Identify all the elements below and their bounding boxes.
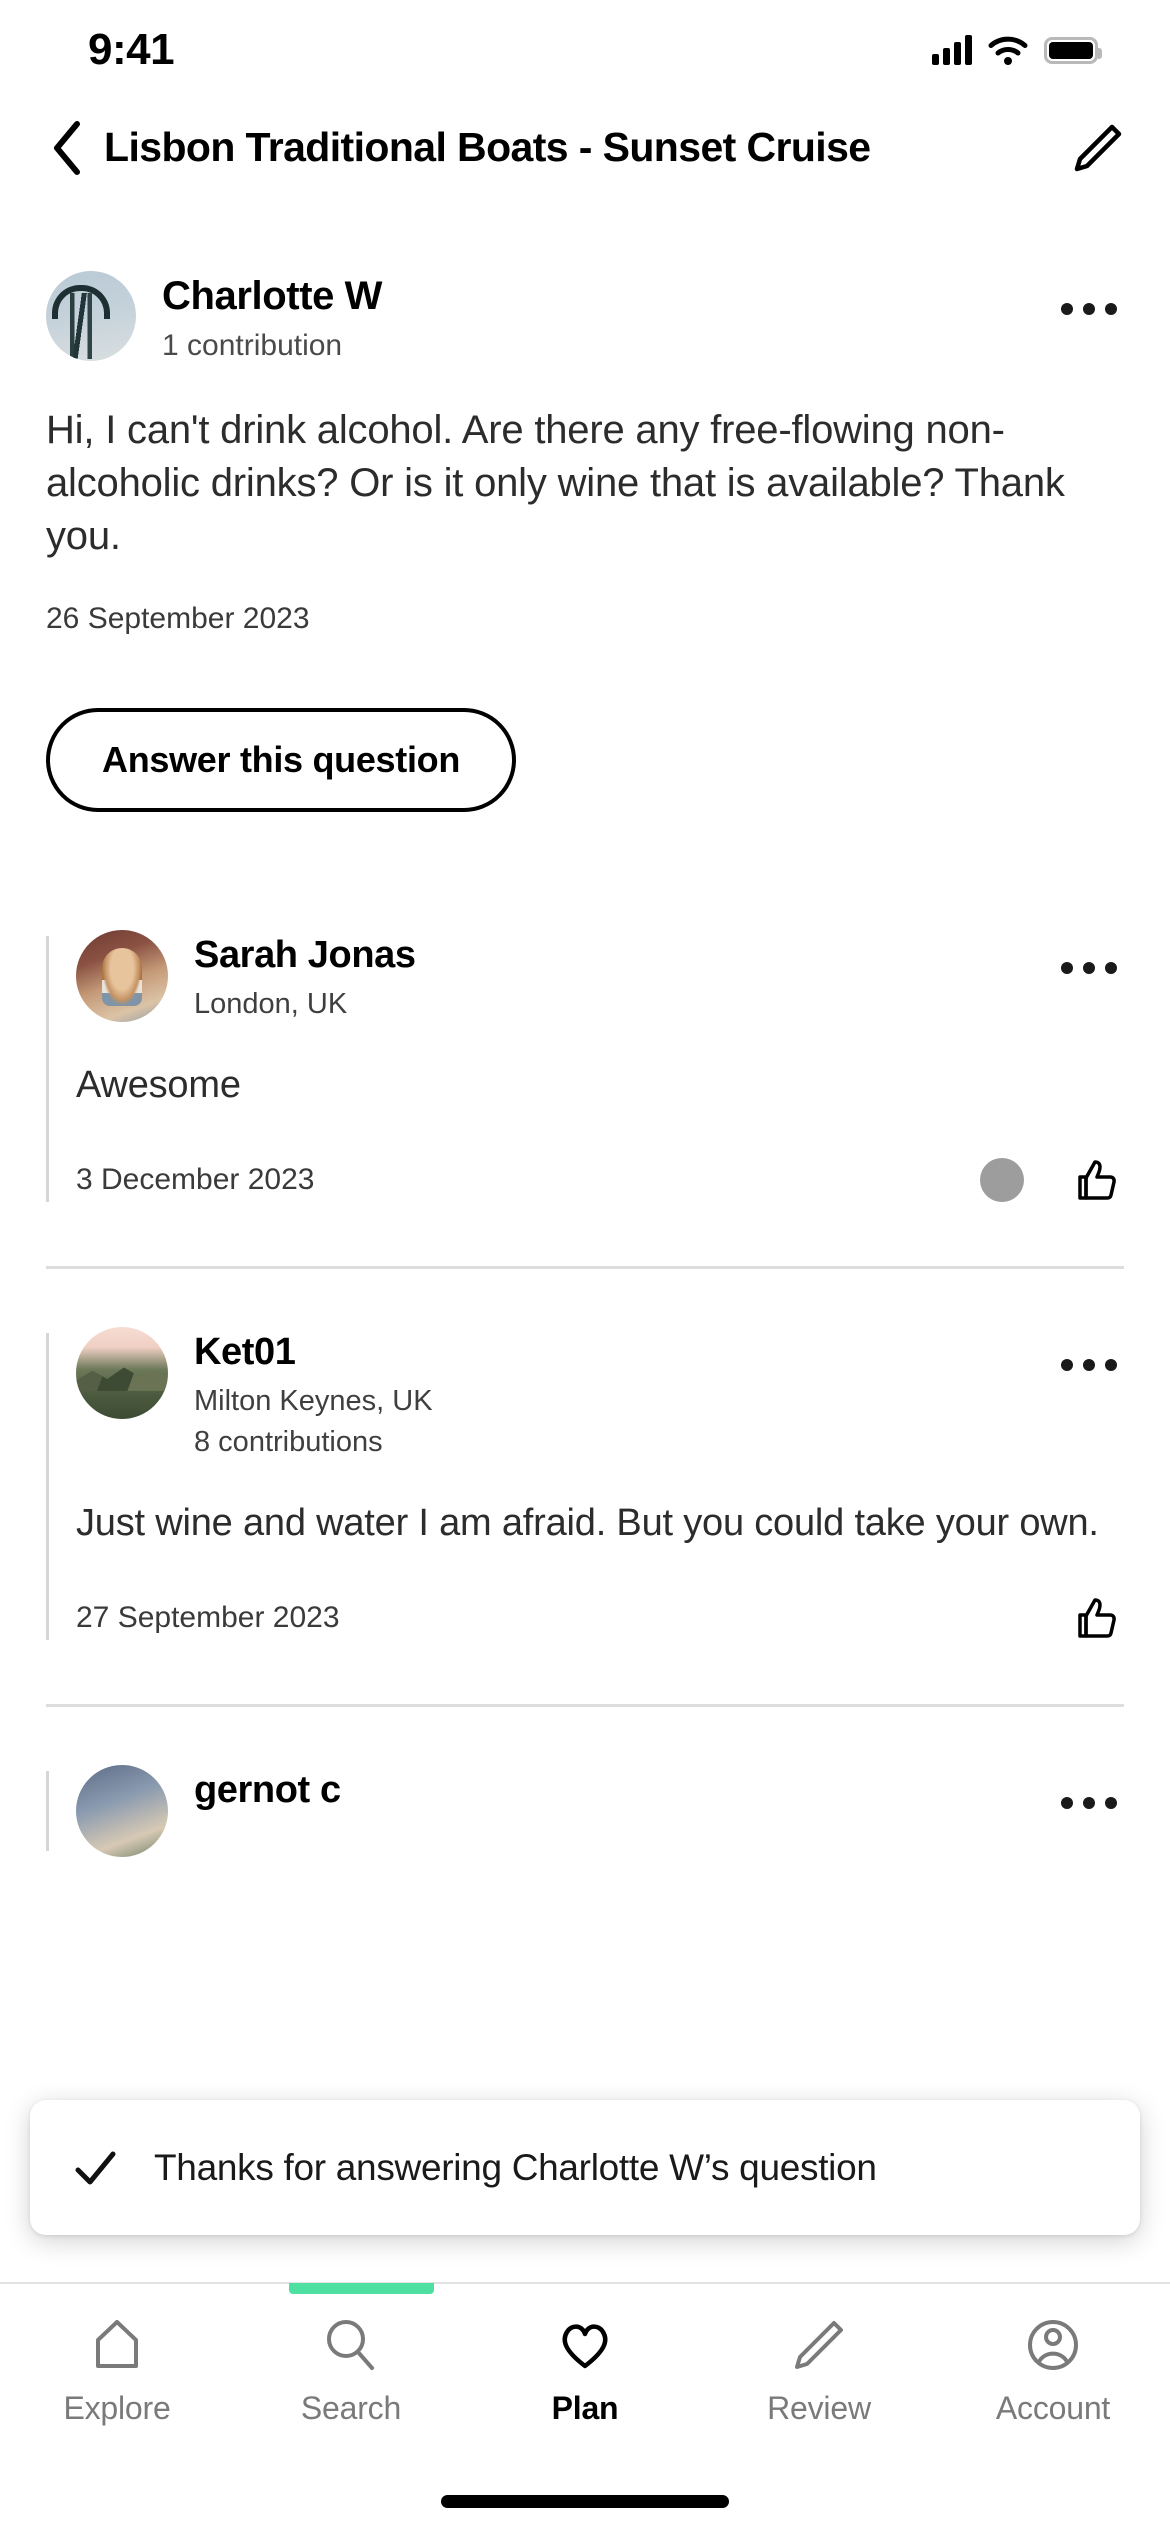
reply-item: Sarah Jonas London, UK Awesome 3 Decembe…: [0, 930, 1170, 1208]
tab-account[interactable]: Account: [936, 2314, 1170, 2452]
reply-footer: 3 December 2023: [76, 1152, 1124, 1208]
page-title: Lisbon Traditional Boats - Sunset Cruise: [104, 124, 871, 170]
reply-author-name[interactable]: Sarah Jonas: [194, 934, 1054, 978]
cellular-bars-icon: [932, 35, 972, 65]
more-options-icon[interactable]: [1054, 279, 1124, 339]
gernot-avatar[interactable]: [76, 1765, 168, 1858]
thumbs-up-button[interactable]: [1068, 1152, 1124, 1208]
answer-this-question-button[interactable]: Answer this question: [46, 708, 517, 813]
phone-screen: 9:41 Lisbon Traditional Boats - Sunset C…: [0, 0, 1170, 2532]
active-tab-indicator: [289, 2283, 434, 2294]
reply-author-name[interactable]: Ket01: [194, 1331, 1054, 1375]
tab-plan-label: Plan: [551, 2390, 619, 2426]
pencil-icon: [1074, 124, 1122, 171]
heart-icon: [562, 2324, 608, 2369]
check-icon: [75, 2151, 116, 2184]
bottom-tab-bar: Explore Search Plan Review Account: [0, 2282, 1170, 2532]
thumbs-up-icon: [1078, 1598, 1116, 1638]
status-bar: 9:41: [0, 0, 1170, 100]
reply-text: Awesome: [76, 1063, 241, 1106]
reply-item: gernot c: [0, 1765, 1170, 1858]
reply-author-meta: Sarah Jonas London, UK: [194, 930, 1054, 1023]
search-icon: [327, 2320, 374, 2370]
tab-review[interactable]: Review: [702, 2314, 936, 2452]
reply-author-contributions: 8 contributions: [194, 1426, 383, 1459]
thumbs-up-button[interactable]: [1068, 1590, 1124, 1646]
reply-author-location: Milton Keynes, UK: [194, 1384, 433, 1417]
reply-divider: [46, 1704, 1124, 1708]
reply-footer: 27 September 2023: [76, 1590, 1124, 1646]
thumbs-up-icon: [1078, 1160, 1116, 1200]
reply-divider: [46, 1265, 1124, 1269]
home-icon: [96, 2320, 138, 2368]
more-options-icon[interactable]: [1054, 1773, 1124, 1833]
thread-content[interactable]: Charlotte W 1 contribution Hi, I can't d…: [0, 195, 1170, 2335]
account-circle-icon: [1028, 2320, 1078, 2370]
tab-explore-label: Explore: [63, 2390, 171, 2426]
roller-coaster-avatar[interactable]: [46, 271, 136, 361]
question-author-name[interactable]: Charlotte W: [162, 273, 1054, 319]
reply-date: 3 December 2023: [76, 1162, 315, 1196]
reply-author-meta: Ket01 Milton Keynes, UK 8 contributions: [194, 1327, 1054, 1462]
question-date: 26 September 2023: [46, 602, 310, 636]
reply-header: Ket01 Milton Keynes, UK 8 contributions: [76, 1326, 1124, 1462]
tab-search-label: Search: [300, 2390, 402, 2426]
tab-review-label: Review: [767, 2390, 871, 2426]
tab-account-label: Account: [995, 2390, 1111, 2426]
toast-message: Thanks for answering Charlotte W’s quest…: [154, 2146, 877, 2188]
home-indicator: [441, 2495, 729, 2508]
more-options-icon[interactable]: [1054, 1335, 1124, 1395]
reply-author-meta: gernot c: [194, 1765, 1054, 1813]
reply-author-name[interactable]: gernot c: [194, 1769, 1054, 1813]
battery-full-icon: [1044, 36, 1102, 64]
question-text: Hi, I can't drink alcohol. Are there any…: [46, 408, 1065, 558]
reply-header: Sarah Jonas London, UK: [76, 930, 1124, 1023]
sarah-avatar[interactable]: [76, 930, 168, 1023]
pencil-icon: [795, 2321, 843, 2369]
status-indicators: [932, 35, 1102, 65]
chevron-left-icon: [54, 120, 80, 175]
ket01-avatar[interactable]: [76, 1326, 168, 1419]
reply-header: gernot c: [76, 1765, 1124, 1858]
toast-notification: Thanks for answering Charlotte W’s quest…: [30, 2100, 1140, 2235]
tab-plan[interactable]: Plan: [468, 2314, 702, 2452]
app-header: Lisbon Traditional Boats - Sunset Cruise: [0, 100, 1170, 195]
question-author-meta: Charlotte W 1 contribution: [162, 271, 1054, 364]
question-header: Charlotte W 1 contribution: [0, 271, 1170, 364]
question-author-contributions: 1 contribution: [162, 329, 343, 362]
reply-date: 27 September 2023: [76, 1601, 340, 1635]
back-button[interactable]: [36, 117, 98, 179]
tab-search[interactable]: Search: [234, 2314, 468, 2452]
reply-text: Just wine and water I am afraid. But you…: [76, 1501, 1099, 1544]
reply-item: Ket01 Milton Keynes, UK 8 contributions …: [0, 1326, 1170, 1646]
more-options-icon[interactable]: [1054, 938, 1124, 998]
status-time: 9:41: [88, 25, 175, 74]
reply-author-location: London, UK: [194, 988, 348, 1021]
wifi-icon: [988, 36, 1028, 65]
edit-button[interactable]: [1064, 115, 1130, 181]
tap-ripple-indicator: [980, 1157, 1024, 1202]
tab-explore[interactable]: Explore: [0, 2314, 234, 2452]
